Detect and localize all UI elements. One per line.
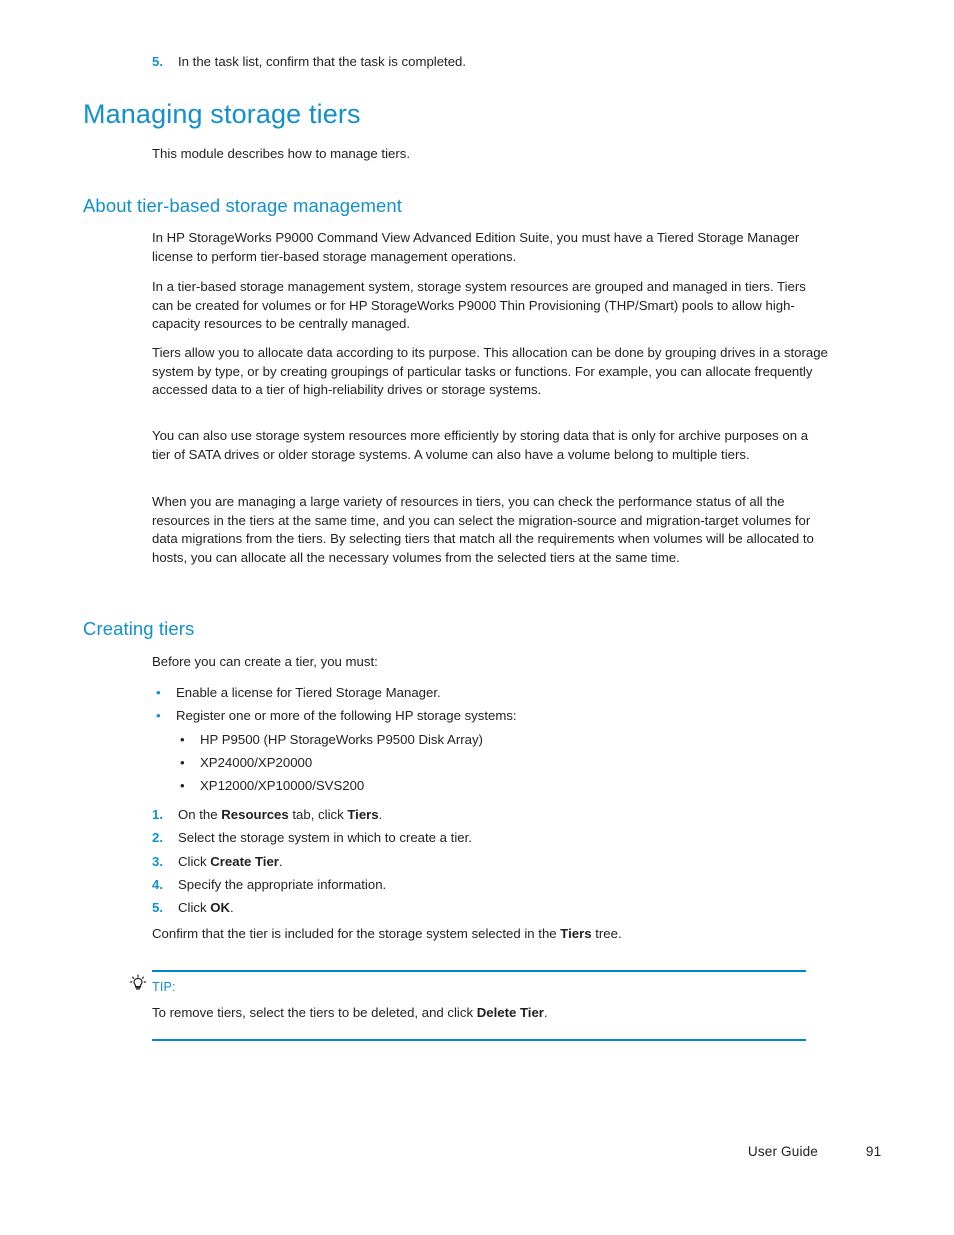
section-heading-creating: Creating tiers [83, 618, 195, 639]
divider-bottom [152, 1038, 806, 1041]
emphasis-text: Create Tier [210, 853, 279, 869]
tip-admonition: TIP: To remove tiers, select the tiers t… [129, 970, 806, 1041]
plain-text: On the [178, 807, 222, 822]
list-item: 5. In the task list, confirm that the ta… [152, 53, 828, 72]
list-item: • XP12000/XP10000/SVS200 [176, 774, 828, 797]
step-text: On the Resources tab, click Tiers. [178, 803, 828, 826]
plain-text: . [378, 807, 383, 822]
tip-text: To remove tiers, select the tiers to be … [152, 1004, 806, 1023]
step-text: Specify the appropriate information. [178, 873, 828, 896]
procedure-list: 1. On the Resources tab, click Tiers. 2. Se… [152, 803, 828, 919]
step-text: In the task list, confirm that the task … [178, 54, 467, 69]
step-text: Select the storage system in which to cr… [178, 826, 828, 849]
paragraph: In a tier-based storage management syste… [152, 279, 806, 332]
list-item: 2. Select the storage system in which to … [152, 826, 828, 849]
intro-paragraph: This module describes how to manage tier… [152, 146, 411, 161]
paragraph: In HP StorageWorks P9000 Command View Ad… [152, 230, 800, 264]
step-number: 2. [152, 830, 163, 846]
plain-text: Click [178, 853, 211, 869]
list-item: • XP24000/XP20000 [176, 751, 828, 774]
list-item: • Enable a license for Tiered Storage Ma… [152, 681, 828, 704]
divider-top [152, 970, 806, 972]
plain-text: Select the storage system in which to cr… [178, 830, 472, 846]
document-page: 5. In the task list, confirm that the ta… [0, 0, 954, 1235]
page-title: Managing storage tiers [83, 99, 361, 129]
tip-header: TIP: [152, 976, 806, 998]
bullet-icon: • [156, 708, 161, 724]
step-number: 5. [152, 54, 163, 69]
plain-text: Click [178, 900, 211, 916]
confirm-paragraph: Confirm that the tier is included for th… [152, 925, 828, 944]
bullet-icon: • [156, 685, 161, 700]
plain-text: . [543, 1005, 548, 1020]
page-number: 91 [865, 1144, 882, 1159]
page-footer: User Guide 91 [747, 1144, 881, 1159]
prerequisites-intro: Before you can create a tier, you must: [152, 654, 378, 669]
storage-systems-list: • HP P9500 (HP StorageWorks P9500 Disk A… [176, 728, 828, 798]
list-item-label: Register one or more of the following HP… [176, 708, 517, 724]
emphasis-text: Tiers [347, 807, 379, 822]
step-number: 1. [152, 807, 163, 822]
list-item-label: Enable a license for Tiered Storage Mana… [176, 685, 441, 700]
plain-text: tree. [591, 926, 622, 941]
list-item: 5. Click OK. [152, 896, 828, 919]
emphasis-text: Delete Tier [476, 1005, 544, 1020]
prerequisites-list: • Enable a license for Tiered Storage Ma… [152, 681, 828, 797]
plain-text: To remove tiers, select the tiers to be … [152, 1005, 477, 1020]
plain-text: tab, click [288, 807, 348, 822]
paragraph: You can also use storage system resource… [152, 428, 809, 462]
paragraph: When you are managing a large variety of… [152, 494, 814, 565]
emphasis-text: Tiers [560, 926, 592, 941]
step-text: Click Create Tier. [178, 850, 828, 873]
tip-label: TIP: [152, 980, 176, 994]
section-heading-about: About tier-based storage management [83, 195, 402, 216]
emphasis-text: Resources [221, 807, 289, 822]
paragraph: Tiers allow you to allocate data accordi… [152, 345, 828, 398]
list-item: 4. Specify the appropriate information. [152, 873, 828, 896]
step-number: 3. [152, 853, 163, 869]
lightbulb-icon [128, 974, 148, 994]
step-number: 5. [152, 900, 163, 916]
plain-text: Specify the appropriate information. [178, 876, 387, 892]
plain-text: . [230, 900, 234, 916]
footer-label: User Guide [747, 1144, 818, 1159]
list-item: • HP P9500 (HP StorageWorks P9500 Disk A… [176, 728, 828, 751]
bullet-icon: • [180, 754, 185, 770]
step-number: 4. [152, 876, 163, 892]
list-item-label: XP24000/XP20000 [200, 754, 313, 770]
plain-text: . [278, 853, 283, 869]
list-item-label: XP12000/XP10000/SVS200 [200, 778, 365, 794]
plain-text: Confirm that the tier is included for th… [152, 926, 561, 941]
list-item: 3. Click Create Tier. [152, 850, 828, 873]
bullet-icon: • [180, 731, 185, 747]
emphasis-text: OK [210, 900, 231, 916]
bullet-icon: • [180, 778, 185, 794]
step-text: Click OK. [178, 896, 828, 919]
list-item-label: HP P9500 (HP StorageWorks P9500 Disk Arr… [200, 731, 483, 747]
list-item: 1. On the Resources tab, click Tiers. [152, 803, 828, 826]
list-item: • Register one or more of the following … [152, 704, 828, 727]
